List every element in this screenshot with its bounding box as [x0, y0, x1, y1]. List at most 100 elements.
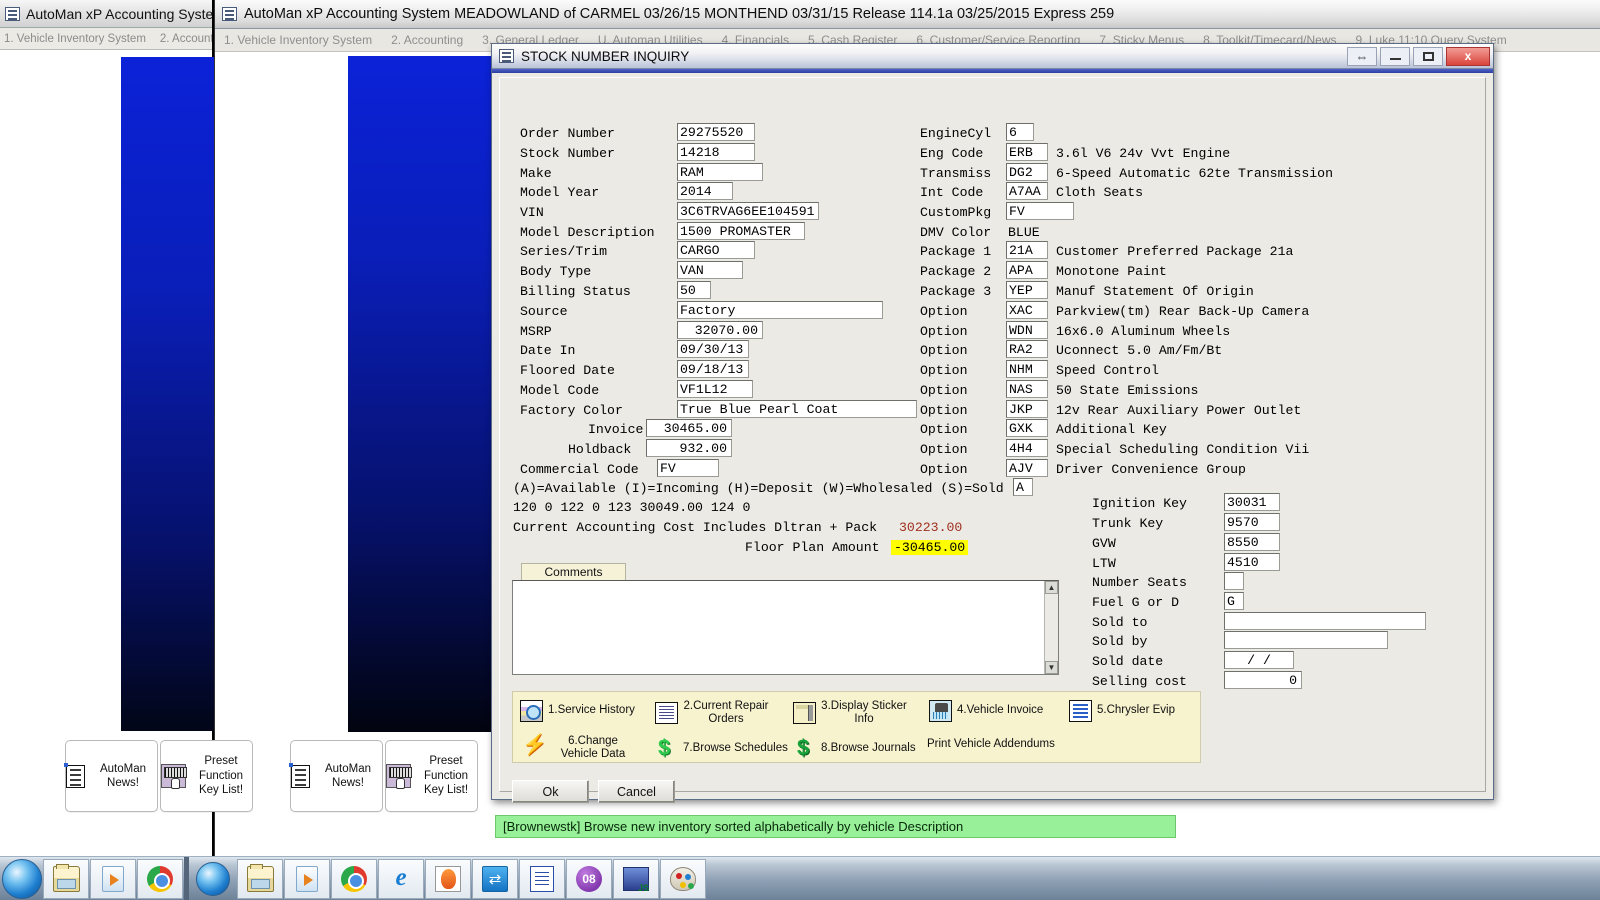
- taskbar-chrome-2[interactable]: [331, 859, 377, 899]
- field-package-3[interactable]: YEP: [1006, 281, 1048, 299]
- shortcut-automan-news-2[interactable]: AutoMan News!: [290, 740, 383, 812]
- taskbar-folder-1[interactable]: [43, 859, 89, 899]
- field-number-seats[interactable]: [1224, 572, 1244, 590]
- field-body-type[interactable]: VAN: [677, 261, 743, 279]
- taskbar[interactable]: e ⇄ 08: [0, 856, 1600, 900]
- scroll-down-icon[interactable]: ▼: [1045, 661, 1058, 674]
- field-model-code[interactable]: VF1L12: [677, 380, 753, 398]
- field-option-5[interactable]: NAS: [1006, 380, 1048, 398]
- shortcut-automan-news-1[interactable]: AutoMan News!: [65, 740, 158, 812]
- field-package-1[interactable]: 21A: [1006, 241, 1048, 259]
- tool-print-vehicle-addendums[interactable]: Print Vehicle Addendums: [927, 738, 1055, 751]
- scroll-up-icon[interactable]: ▲: [1045, 581, 1058, 594]
- field-status-code[interactable]: A: [1013, 478, 1033, 496]
- repair-orders-icon: [655, 702, 678, 724]
- field-sold-by[interactable]: [1224, 631, 1388, 649]
- field-option-8[interactable]: 4H4: [1006, 439, 1048, 457]
- taskbar-zero-eight[interactable]: 08: [566, 859, 612, 899]
- resize-icon[interactable]: ⇔: [1347, 47, 1377, 66]
- field-make[interactable]: RAM: [677, 163, 763, 181]
- tool-service-history[interactable]: 1.Service History: [520, 700, 635, 722]
- field-option-2[interactable]: WDN: [1006, 321, 1048, 339]
- menu-item-accounting[interactable]: 2. Accounting: [391, 33, 463, 47]
- field-custom-pkg[interactable]: FV: [1006, 202, 1074, 220]
- automan-app-icon: [435, 866, 461, 892]
- field-ltw[interactable]: 4510: [1224, 553, 1280, 571]
- comments-textarea[interactable]: ▲ ▼: [512, 580, 1059, 675]
- field-commercial-code[interactable]: FV: [657, 459, 719, 477]
- tool-browse-schedules[interactable]: 7.Browse Schedules: [655, 738, 788, 760]
- windows-start-orb[interactable]: [2, 859, 42, 899]
- tool-browse-journals[interactable]: 8.Browse Journals: [793, 738, 916, 760]
- ok-button[interactable]: Ok: [512, 780, 589, 803]
- field-invoice[interactable]: 30465.00: [646, 419, 732, 437]
- tool-current-repair-orders[interactable]: 2.Current Repair Orders: [655, 700, 769, 726]
- field-engine-cyl[interactable]: 6: [1006, 123, 1034, 141]
- close-icon[interactable]: x: [1446, 47, 1490, 66]
- field-sold-date[interactable]: / /: [1224, 651, 1294, 669]
- taskbar-internet-explorer[interactable]: e: [378, 859, 424, 899]
- app-system-icon[interactable]: [222, 7, 237, 21]
- field-option-6[interactable]: JKP: [1006, 400, 1048, 418]
- field-vin[interactable]: 3C6TRVAG6EE104591: [677, 202, 819, 220]
- bg-menu-item-1[interactable]: 2. Accounting: [160, 33, 212, 45]
- field-date-in[interactable]: 09/30/13: [677, 340, 749, 358]
- taskbar-paint-palette[interactable]: [660, 859, 706, 899]
- background-window-menubar[interactable]: 1. Vehicle Inventory System 2. Accountin…: [0, 28, 212, 50]
- field-selling-cost[interactable]: 0: [1224, 671, 1302, 689]
- taskbar-automan-app[interactable]: [425, 859, 471, 899]
- taskbar-windows-orb-2[interactable]: [190, 859, 236, 899]
- taskbar-media-2[interactable]: [284, 859, 330, 899]
- tool-change-vehicle-data[interactable]: 6.Change Vehicle Data: [520, 735, 638, 761]
- taskbar-chrome-1[interactable]: [137, 859, 183, 899]
- window-system-icon[interactable]: [5, 7, 20, 21]
- background-window[interactable]: AutoMan xP Accounting System MEA 1. Vehi…: [0, 0, 214, 856]
- field-option-1[interactable]: XAC: [1006, 301, 1048, 319]
- field-series-trim[interactable]: CARGO: [677, 241, 755, 259]
- field-model-year[interactable]: 2014: [677, 182, 733, 200]
- field-factory-color[interactable]: True Blue Pearl Coat: [677, 400, 917, 418]
- tool-display-sticker-info[interactable]: 3.Display Sticker Info: [793, 700, 907, 726]
- field-billing-status[interactable]: 50: [677, 281, 711, 299]
- field-eng-code[interactable]: ERB: [1006, 143, 1048, 161]
- field-trunk-key[interactable]: 9570: [1224, 513, 1280, 531]
- field-option-7[interactable]: GXK: [1006, 419, 1048, 437]
- field-order-number[interactable]: 29275520: [677, 123, 755, 141]
- taskbar-media-1[interactable]: [90, 859, 136, 899]
- taskbar-folder-2[interactable]: [237, 859, 283, 899]
- field-package-2[interactable]: APA: [1006, 261, 1048, 279]
- shortcut-preset-function-keys-2[interactable]: Preset Function Key List!: [385, 740, 478, 812]
- stock-number-inquiry-dialog[interactable]: STOCK NUMBER INQUIRY ⇔ x Order Number 29…: [491, 43, 1494, 800]
- field-sold-to[interactable]: [1224, 612, 1426, 630]
- comments-tab[interactable]: Comments: [521, 563, 626, 580]
- field-stock-number[interactable]: 14218: [677, 143, 755, 161]
- shortcut-preset-function-keys-1[interactable]: Preset Function Key List!: [160, 740, 253, 812]
- menu-item-vehicle-inventory[interactable]: 1. Vehicle Inventory System: [224, 33, 372, 47]
- taskbar-blue-arrows[interactable]: ⇄: [472, 859, 518, 899]
- tool-label: Print Vehicle Addendums: [927, 738, 1055, 751]
- field-floored-date[interactable]: 09/18/13: [677, 360, 749, 378]
- field-gvw[interactable]: 8550: [1224, 533, 1280, 551]
- taskbar-monitor-js[interactable]: [613, 859, 659, 899]
- field-option-9[interactable]: AJV: [1006, 459, 1048, 477]
- bg-menu-item-0[interactable]: 1. Vehicle Inventory System: [4, 33, 146, 45]
- field-holdback[interactable]: 932.00: [646, 439, 732, 457]
- taskbar-document-app[interactable]: [519, 859, 565, 899]
- field-int-code[interactable]: A7AA: [1006, 182, 1048, 200]
- comments-scrollbar[interactable]: ▲ ▼: [1044, 581, 1058, 674]
- cancel-button[interactable]: Cancel: [598, 780, 675, 803]
- field-msrp[interactable]: 32070.00: [677, 321, 763, 339]
- tool-chrysler-evip[interactable]: 5.Chrysler Evip: [1069, 700, 1175, 722]
- maximize-icon[interactable]: [1413, 47, 1443, 66]
- dialog-system-icon[interactable]: [499, 49, 514, 63]
- field-option-4[interactable]: NHM: [1006, 360, 1048, 378]
- field-fuel-type[interactable]: G: [1224, 592, 1244, 610]
- field-model-description[interactable]: 1500 PROMASTER: [677, 222, 805, 240]
- field-source[interactable]: Factory: [677, 301, 883, 319]
- label-vin: VIN: [520, 205, 544, 220]
- tool-vehicle-invoice[interactable]: 4.Vehicle Invoice: [929, 700, 1043, 722]
- field-option-3[interactable]: RA2: [1006, 340, 1048, 358]
- field-ignition-key[interactable]: 30031: [1224, 493, 1280, 511]
- field-transmission[interactable]: DG2: [1006, 163, 1048, 181]
- minimize-icon[interactable]: [1380, 47, 1410, 66]
